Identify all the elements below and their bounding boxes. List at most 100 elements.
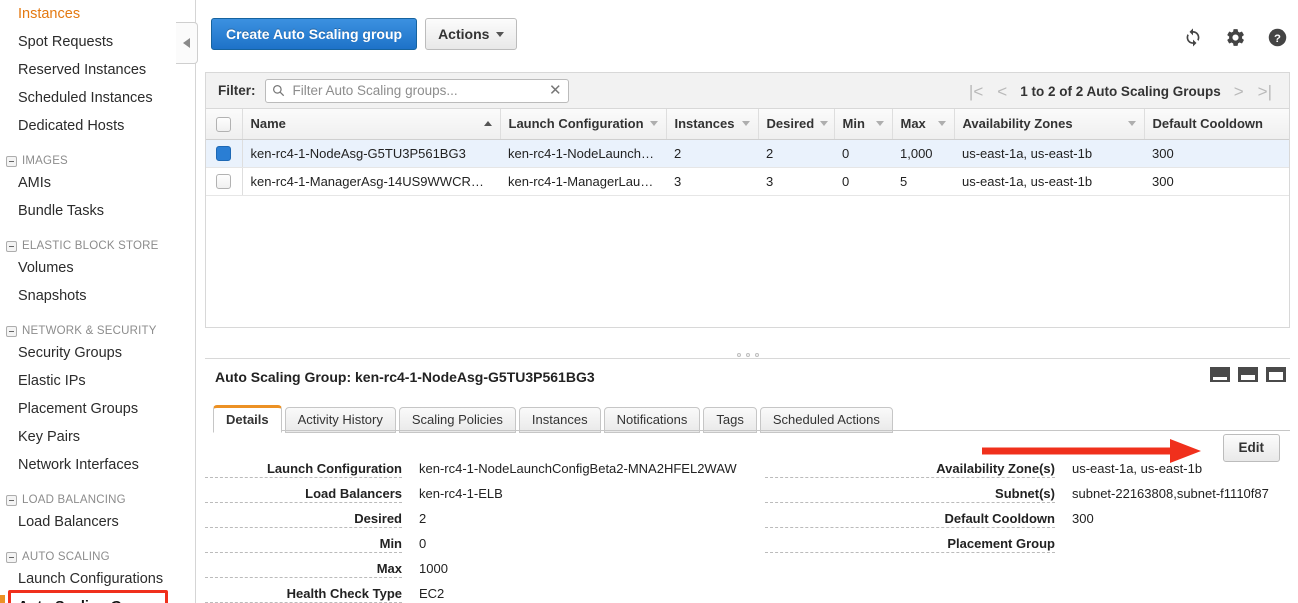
column-header-availability-zones[interactable]: Availability Zones bbox=[954, 109, 1144, 139]
sidebar-item-spot-requests[interactable]: Spot Requests bbox=[0, 28, 195, 56]
sidebar-item-elastic-ips[interactable]: Elastic IPs bbox=[0, 367, 195, 395]
cell-default-cooldown: 300 bbox=[1144, 167, 1289, 195]
collapse-minus-icon bbox=[6, 552, 17, 563]
help-icon[interactable]: ? bbox=[1267, 27, 1288, 48]
column-header-min[interactable]: Min bbox=[834, 109, 892, 139]
actions-dropdown-button[interactable]: Actions bbox=[425, 18, 517, 50]
refresh-icon[interactable] bbox=[1182, 26, 1204, 48]
cell-availability-zones: us-east-1a, us-east-1b bbox=[954, 139, 1144, 167]
edit-button[interactable]: Edit bbox=[1223, 434, 1281, 462]
column-header-label: Name bbox=[251, 116, 286, 131]
detail-field-row: Min0 bbox=[205, 534, 765, 559]
sidebar-item-launch-configurations[interactable]: Launch Configurations bbox=[0, 565, 195, 593]
sidebar-item-reserved-instances[interactable]: Reserved Instances bbox=[0, 56, 195, 84]
table-row[interactable]: ken-rc4-1-ManagerAsg-14US9WWCR…ken-rc4-1… bbox=[206, 167, 1289, 195]
create-auto-scaling-group-button[interactable]: Create Auto Scaling group bbox=[211, 18, 417, 50]
filter-bar: Filter: ✕ |< < 1 to 2 of 2 Auto Scaling … bbox=[205, 72, 1290, 108]
column-header-default-cooldown[interactable]: Default Cooldown bbox=[1144, 109, 1289, 139]
sidebar-collapse-button[interactable] bbox=[176, 22, 198, 64]
sidebar-item-load-balancers[interactable]: Load Balancers bbox=[0, 508, 195, 536]
sidebar-item-dedicated-hosts[interactable]: Dedicated Hosts bbox=[0, 112, 195, 140]
svg-text:?: ? bbox=[1274, 32, 1281, 44]
chevron-down-icon bbox=[496, 32, 504, 37]
sidebar-group-images[interactable]: IMAGES bbox=[0, 149, 195, 169]
sidebar-item-bundle-tasks[interactable]: Bundle Tasks bbox=[0, 197, 195, 225]
table-row[interactable]: ken-rc4-1-NodeAsg-G5TU3P561BG3ken-rc4-1-… bbox=[206, 139, 1289, 167]
column-header-label: Availability Zones bbox=[963, 116, 1073, 131]
field-value: subnet-22163808,subnet-f1110f87 bbox=[1072, 486, 1269, 501]
chevron-down-icon[interactable] bbox=[1128, 121, 1136, 126]
pagination-summary: 1 to 2 of 2 Auto Scaling Groups bbox=[1014, 84, 1227, 99]
field-label: Default Cooldown bbox=[765, 511, 1055, 528]
cell-desired: 3 bbox=[758, 167, 834, 195]
auto-scaling-groups-table-wrapper: Name Launch Configuration InstancesDesired… bbox=[205, 108, 1290, 328]
pagination-controls: |< < 1 to 2 of 2 Auto Scaling Groups > >… bbox=[962, 73, 1279, 109]
row-select-cell bbox=[206, 167, 242, 195]
sidebar-item-network-interfaces[interactable]: Network Interfaces bbox=[0, 451, 195, 479]
cell-name: ken-rc4-1-ManagerAsg-14US9WWCR… bbox=[242, 167, 500, 195]
chevron-down-icon[interactable] bbox=[938, 121, 946, 126]
select-all-checkbox[interactable] bbox=[216, 117, 231, 132]
sidebar-group-elastic-block-store[interactable]: ELASTIC BLOCK STORE bbox=[0, 234, 195, 254]
row-checkbox[interactable] bbox=[216, 174, 231, 189]
filter-input-wrapper[interactable]: ✕ bbox=[265, 79, 569, 103]
table-header-row: Name Launch Configuration InstancesDesired… bbox=[206, 109, 1289, 139]
sidebar-item-scheduled-instances[interactable]: Scheduled Instances bbox=[0, 84, 195, 112]
row-checkbox[interactable] bbox=[216, 146, 231, 161]
field-value: 300 bbox=[1072, 511, 1094, 526]
sidebar-group-network-security[interactable]: NETWORK & SECURITY bbox=[0, 319, 195, 339]
sidebar-item-key-pairs[interactable]: Key Pairs bbox=[0, 423, 195, 451]
toolbar: Create Auto Scaling group Actions ? bbox=[197, 0, 1298, 72]
chevron-down-icon[interactable] bbox=[742, 121, 750, 126]
actions-label: Actions bbox=[438, 19, 489, 49]
field-label: Health Check Type bbox=[205, 586, 402, 603]
sidebar-group-load-balancing[interactable]: LOAD BALANCING bbox=[0, 488, 195, 508]
detail-field-row: Health Check TypeEC2 bbox=[205, 584, 765, 603]
detail-field-row: Availability Zone(s)us-east-1a, us-east-… bbox=[765, 459, 1285, 484]
sort-ascending-icon bbox=[484, 121, 492, 126]
sidebar-item-snapshots[interactable]: Snapshots bbox=[0, 282, 195, 310]
column-header-label: Launch Configuration bbox=[509, 116, 644, 131]
chevron-down-icon[interactable] bbox=[650, 121, 658, 126]
panel-layout-small-icon[interactable] bbox=[1210, 367, 1230, 382]
column-header-launch-configuration[interactable]: Launch Configuration bbox=[500, 109, 666, 139]
field-label: Min bbox=[205, 536, 402, 553]
detail-panel: Auto Scaling Group: ken-rc4-1-NodeAsg-G5… bbox=[205, 358, 1290, 603]
select-all-header bbox=[206, 109, 242, 139]
table-body: ken-rc4-1-NodeAsg-G5TU3P561BG3ken-rc4-1-… bbox=[206, 139, 1289, 195]
pagination-prev-button[interactable]: < bbox=[990, 83, 1014, 100]
pagination-next-button[interactable]: > bbox=[1227, 83, 1251, 100]
panel-layout-large-icon[interactable] bbox=[1266, 367, 1286, 382]
pagination-last-button[interactable]: >| bbox=[1251, 83, 1279, 100]
detail-field-row: Launch Configurationken-rc4-1-NodeLaunch… bbox=[205, 459, 765, 484]
detail-field-row: Subnet(s)subnet-22163808,subnet-f1110f87 bbox=[765, 484, 1285, 509]
sidebar-item-security-groups[interactable]: Security Groups bbox=[0, 339, 195, 367]
chevron-down-icon[interactable] bbox=[876, 121, 884, 126]
field-value: 2 bbox=[419, 511, 426, 526]
column-header-name[interactable]: Name bbox=[242, 109, 500, 139]
column-header-instances[interactable]: Instances bbox=[666, 109, 758, 139]
search-icon bbox=[272, 84, 285, 97]
panel-layout-medium-icon[interactable] bbox=[1238, 367, 1258, 382]
sidebar-item-volumes[interactable]: Volumes bbox=[0, 254, 195, 282]
field-value: 1000 bbox=[419, 561, 448, 576]
sidebar-group-auto-scaling[interactable]: AUTO SCALING bbox=[0, 545, 195, 565]
gear-icon[interactable] bbox=[1225, 27, 1246, 48]
close-icon[interactable]: ✕ bbox=[545, 83, 562, 98]
sidebar-item-auto-scaling-groups[interactable]: Auto Scaling Groups bbox=[0, 593, 195, 603]
column-header-label: Default Cooldown bbox=[1153, 116, 1264, 131]
sidebar-item-placement-groups[interactable]: Placement Groups bbox=[0, 395, 195, 423]
cell-launch-configuration: ken-rc4-1-ManagerLau… bbox=[500, 167, 666, 195]
sidebar-item-instances[interactable]: Instances bbox=[0, 0, 195, 28]
detail-field-row: Default Cooldown 300 bbox=[765, 509, 1285, 534]
column-header-desired[interactable]: Desired bbox=[758, 109, 834, 139]
sidebar-item-amis[interactable]: AMIs bbox=[0, 169, 195, 197]
sidebar-nav-list: InstancesSpot RequestsReserved Instances… bbox=[0, 0, 195, 603]
drag-dots-icon bbox=[737, 353, 759, 357]
tab-details[interactable]: Details bbox=[213, 405, 282, 433]
column-header-max[interactable]: Max bbox=[892, 109, 954, 139]
sidebar-group-label: AUTO SCALING bbox=[22, 551, 110, 563]
chevron-down-icon[interactable] bbox=[820, 121, 828, 126]
pagination-first-button[interactable]: |< bbox=[962, 83, 990, 100]
search-input[interactable] bbox=[291, 82, 545, 99]
